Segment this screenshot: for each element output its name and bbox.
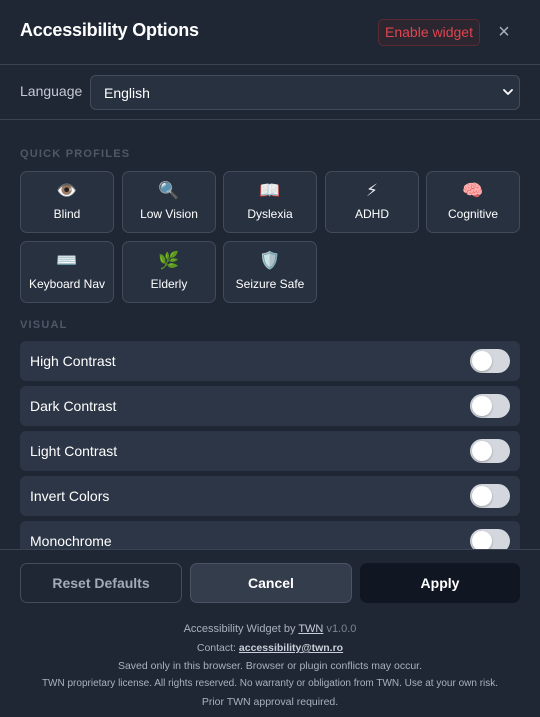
language-label: Language [20,83,83,99]
toggle-row-light-contrast[interactable]: Light Contrast [20,431,520,471]
reset-defaults-button[interactable]: Reset Defaults [20,563,182,603]
switch-knob [472,441,492,461]
profile-adhd[interactable]: ⚡ ADHD [325,171,419,233]
profile-label: ADHD [354,207,389,221]
toggle-label: High Contrast [30,353,116,369]
approval-note: Prior TWN approval required. [201,696,339,708]
cancel-button[interactable]: Cancel [190,563,352,603]
switch-knob [472,531,492,549]
toggle-row-invert-colors[interactable]: Invert Colors [20,476,520,516]
dark-contrast-switch[interactable] [470,394,510,418]
profile-label: Low Vision [140,207,198,221]
high-contrast-switch[interactable] [470,349,510,373]
chevron-down-icon [503,89,513,95]
profile-keyboard-nav[interactable]: ⌨️ Keyboard Nav [20,241,114,303]
eye-icon: 👁️ [56,181,78,201]
profile-elderly[interactable]: 🌿 Elderly [122,241,216,303]
apply-button[interactable]: Apply [360,563,520,603]
profile-label: Seizure Safe [235,277,305,291]
toggle-row-dark-contrast[interactable]: Dark Contrast [20,386,520,426]
quick-profiles-heading: QUICK PROFILES [20,148,131,160]
dialog-title: Accessibility Options [20,20,199,40]
visual-heading: VISUAL [20,319,68,331]
toggle-label: Dark Contrast [30,398,117,414]
lightning-icon: ⚡ [366,181,378,201]
dialog-footer: Reset Defaults Cancel Apply Accessibilit… [0,549,540,717]
profile-label: Cognitive [447,207,499,221]
invert-colors-switch[interactable] [470,484,510,508]
enable-widget-button[interactable]: Enable widget [378,19,480,46]
contact-line: Contact: accessibility@twn.ro [0,642,540,654]
herb-icon: 🌿 [158,251,180,271]
profile-label: Keyboard Nav [28,277,106,291]
profile-low-vision[interactable]: 🔍 Low Vision [122,171,216,233]
switch-knob [472,486,492,506]
profile-label: Dyslexia [247,207,293,221]
monochrome-switch[interactable] [470,529,510,549]
book-icon: 📖 [259,181,281,201]
credit-line: Accessibility Widget by TWN v1.0.0 [0,623,540,635]
toggle-row-high-contrast[interactable]: High Contrast [20,341,520,381]
profile-blind[interactable]: 👁️ Blind [20,171,114,233]
close-icon[interactable]: × [494,20,514,44]
language-row: Language English [0,65,540,120]
dialog-header: Accessibility Options Enable widget × [0,0,540,65]
switch-knob [472,351,492,371]
twn-link[interactable]: TWN [298,623,323,635]
profile-seizure-safe[interactable]: 🛡️ Seizure Safe [223,241,317,303]
toggle-label: Invert Colors [30,488,110,504]
profile-cognitive[interactable]: 🧠 Cognitive [426,171,520,233]
license-note: TWN proprietary license. All rights rese… [41,678,499,689]
switch-knob [472,396,492,416]
profile-label: Blind [53,207,81,221]
toggle-label: Monochrome [30,533,112,549]
credit-prefix: Accessibility Widget by [183,623,296,635]
language-select[interactable]: English [90,75,520,110]
magnifier-icon: 🔍 [158,181,180,201]
shield-icon: 🛡️ [259,251,281,271]
toggle-label: Light Contrast [30,443,118,459]
light-contrast-switch[interactable] [470,439,510,463]
options-scroll-area[interactable]: QUICK PROFILES 👁️ Blind 🔍 Low Vision 📖 D… [0,121,540,549]
version-label: v1.0.0 [326,623,357,635]
language-selected-value: English [104,85,150,101]
toggle-row-monochrome[interactable]: Monochrome [20,521,520,549]
profile-label: Elderly [150,277,188,291]
profile-dyslexia[interactable]: 📖 Dyslexia [223,171,317,233]
keyboard-icon: ⌨️ [56,251,78,271]
contact-prefix: Contact: [196,642,236,654]
storage-note: Saved only in this browser. Browser or p… [117,660,423,672]
contact-email-link[interactable]: accessibility@twn.ro [239,642,343,654]
brain-icon: 🧠 [462,181,484,201]
